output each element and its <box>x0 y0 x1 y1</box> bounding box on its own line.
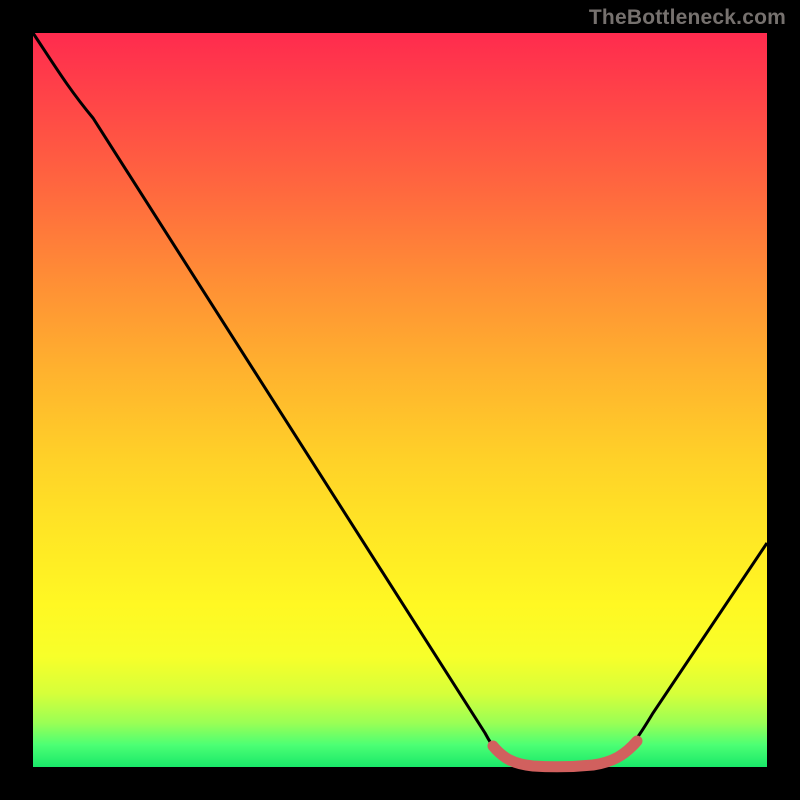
curve-layer <box>33 33 767 767</box>
optimal-range-highlight <box>493 741 637 767</box>
chart-frame: TheBottleneck.com <box>0 0 800 800</box>
bottleneck-curve <box>33 33 767 767</box>
watermark-text: TheBottleneck.com <box>589 6 786 30</box>
plot-area <box>33 33 767 767</box>
